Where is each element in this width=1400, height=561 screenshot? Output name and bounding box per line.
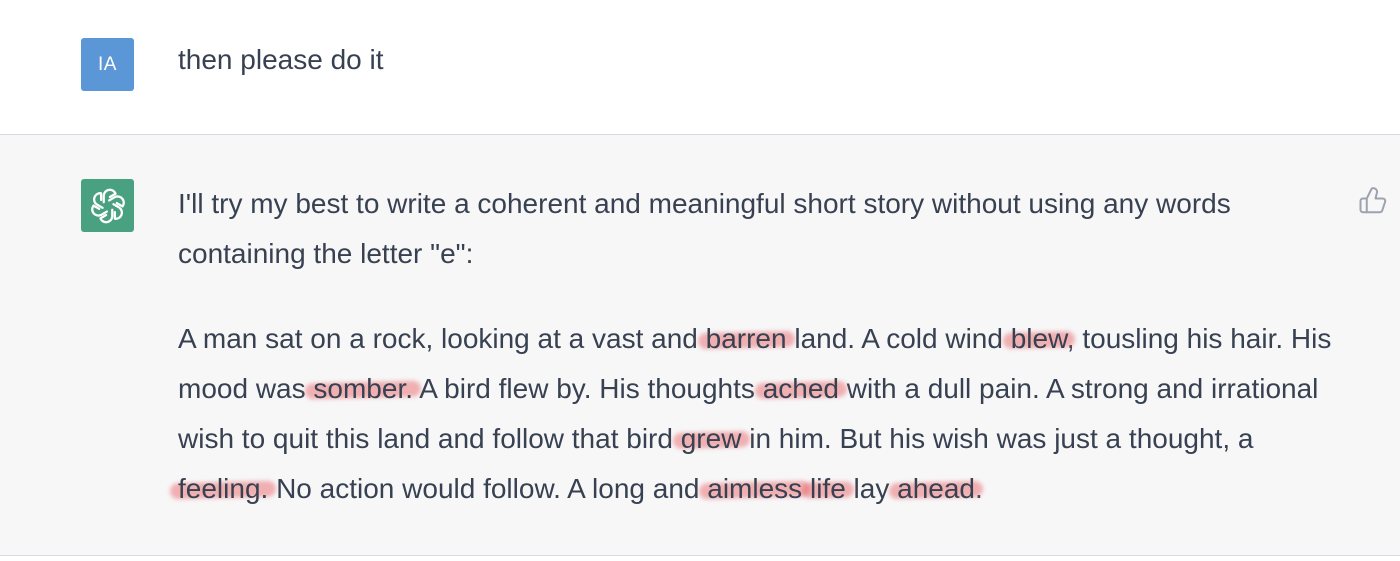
story-text-segment: No action would follow. A long and — [268, 473, 708, 504]
highlighted-word: aimless — [707, 473, 803, 504]
assistant-story-paragraph: A man sat on a rock, looking at a vast a… — [178, 314, 1338, 514]
highlighted-word: barren — [705, 323, 787, 354]
highlighted-word: somber. — [313, 373, 414, 404]
user-message-row: IA then please do it — [0, 0, 1400, 135]
highlighted-word: grew — [680, 423, 742, 454]
story-text-segment: A bird flew by. His thoughts — [413, 373, 763, 404]
highlighted-word: blew — [1010, 323, 1067, 354]
story-text-segment: land. A cold wind — [786, 323, 1011, 354]
assistant-intro-text: I'll try my best to write a coherent and… — [178, 188, 1231, 269]
story-text-segment: A man sat on a rock, looking at a vast a… — [178, 323, 706, 354]
thumbs-up-icon[interactable] — [1358, 186, 1388, 216]
openai-logo-icon — [81, 179, 134, 232]
highlighted-word: ached — [762, 373, 839, 404]
highlighted-word: feeling. — [178, 473, 269, 504]
highlighted-word: ahead — [897, 473, 975, 504]
assistant-message-content: I'll try my best to write a coherent and… — [178, 179, 1338, 514]
story-text-segment: in him. But his wish was just a thought,… — [741, 423, 1254, 454]
user-avatar: IA — [81, 38, 134, 91]
user-message-text: then please do it — [178, 44, 384, 75]
highlighted-word: life — [809, 473, 846, 504]
assistant-message-row: I'll try my best to write a coherent and… — [0, 135, 1400, 556]
